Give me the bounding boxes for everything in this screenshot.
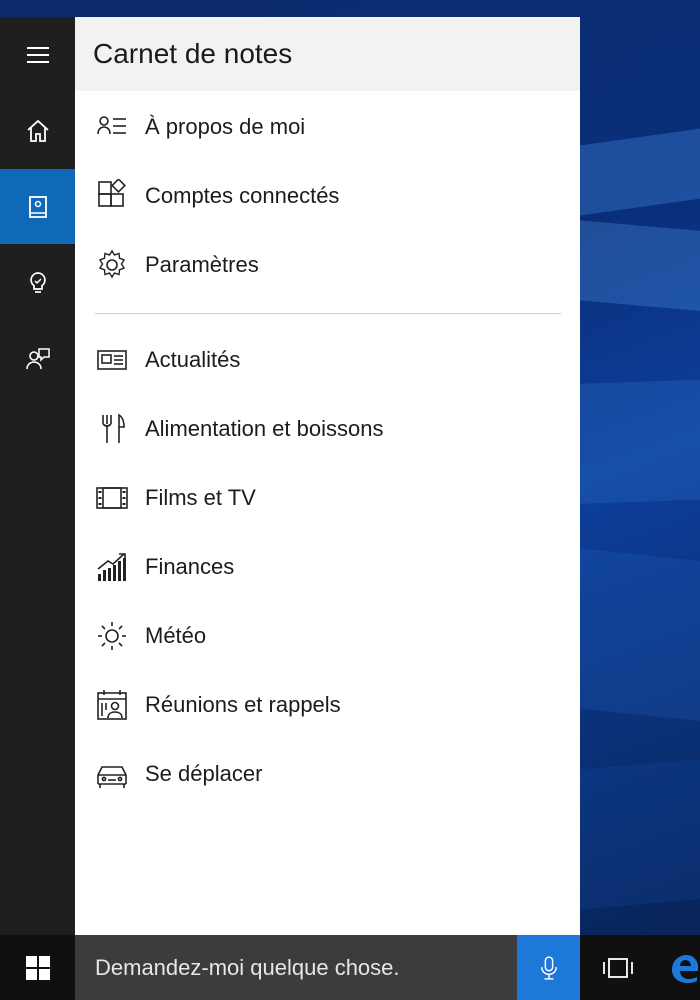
- notebook-item-finance[interactable]: Finances: [75, 536, 580, 598]
- home-icon: [26, 119, 49, 142]
- reminders-button[interactable]: [0, 245, 75, 320]
- notebook-item-settings[interactable]: Paramètres: [75, 234, 580, 296]
- notebook-button[interactable]: [0, 169, 75, 244]
- notebook-item-label: Réunions et rappels: [145, 692, 341, 717]
- task-view-button[interactable]: [580, 935, 655, 1000]
- start-button[interactable]: [0, 935, 75, 1000]
- feedback-button[interactable]: [0, 321, 75, 396]
- notebook-panel: Carnet de notes À propos de moi Comptes …: [75, 17, 580, 935]
- car-icon: [97, 766, 127, 788]
- notebook-item-meetings[interactable]: Réunions et rappels: [75, 674, 580, 736]
- film-icon: [96, 487, 128, 509]
- notebook-item-label: Finances: [145, 554, 235, 579]
- notebook-item-getting-around[interactable]: Se déplacer: [75, 743, 580, 805]
- notebook-item-label: Paramètres: [145, 252, 259, 277]
- notebook-item-label: Se déplacer: [145, 761, 263, 786]
- notebook-icon: [28, 195, 47, 218]
- notebook-item-label: Météo: [145, 623, 207, 648]
- microphone-icon: [540, 955, 557, 980]
- connected-accounts-icon: [98, 179, 126, 207]
- profile-list-icon: [97, 116, 126, 135]
- notebook-item-label: Comptes connectés: [145, 183, 340, 208]
- lightbulb-icon: [29, 271, 46, 293]
- calendar-person-icon: [97, 690, 127, 720]
- finance-chart-icon: [97, 553, 126, 581]
- hamburger-icon: [26, 46, 49, 63]
- sun-icon: [98, 622, 126, 650]
- microphone-button[interactable]: [517, 935, 580, 1000]
- cutlery-icon: [102, 413, 125, 443]
- notebook-item-news[interactable]: Actualités: [75, 329, 580, 391]
- feedback-icon: [25, 347, 50, 369]
- notebook-item-weather[interactable]: Météo: [75, 605, 580, 667]
- notebook-item-movies[interactable]: Films et TV: [75, 467, 580, 529]
- gear-icon: [98, 249, 126, 279]
- notebook-item-connected-accounts[interactable]: Comptes connectés: [75, 165, 580, 227]
- divider: [95, 313, 561, 314]
- task-view-icon: [602, 957, 633, 978]
- edge-icon: [672, 954, 698, 983]
- home-button[interactable]: [0, 93, 75, 168]
- panel-title: Carnet de notes: [75, 17, 580, 91]
- notebook-item-label: Alimentation et boissons: [145, 416, 384, 441]
- cortana-rail: [0, 17, 75, 935]
- notebook-item-label: À propos de moi: [145, 114, 306, 139]
- news-icon: [97, 350, 127, 370]
- cortana-search-input[interactable]: [75, 935, 517, 1000]
- notebook-item-food[interactable]: Alimentation et boissons: [75, 398, 580, 460]
- hamburger-menu-button[interactable]: [0, 17, 75, 92]
- notebook-item-label: Films et TV: [145, 485, 256, 510]
- notebook-item-about-me[interactable]: À propos de moi: [75, 96, 580, 158]
- taskbar: [0, 935, 700, 1000]
- edge-browser-button[interactable]: [655, 935, 700, 1000]
- notebook-item-label: Actualités: [145, 347, 241, 372]
- windows-logo-icon: [25, 955, 50, 980]
